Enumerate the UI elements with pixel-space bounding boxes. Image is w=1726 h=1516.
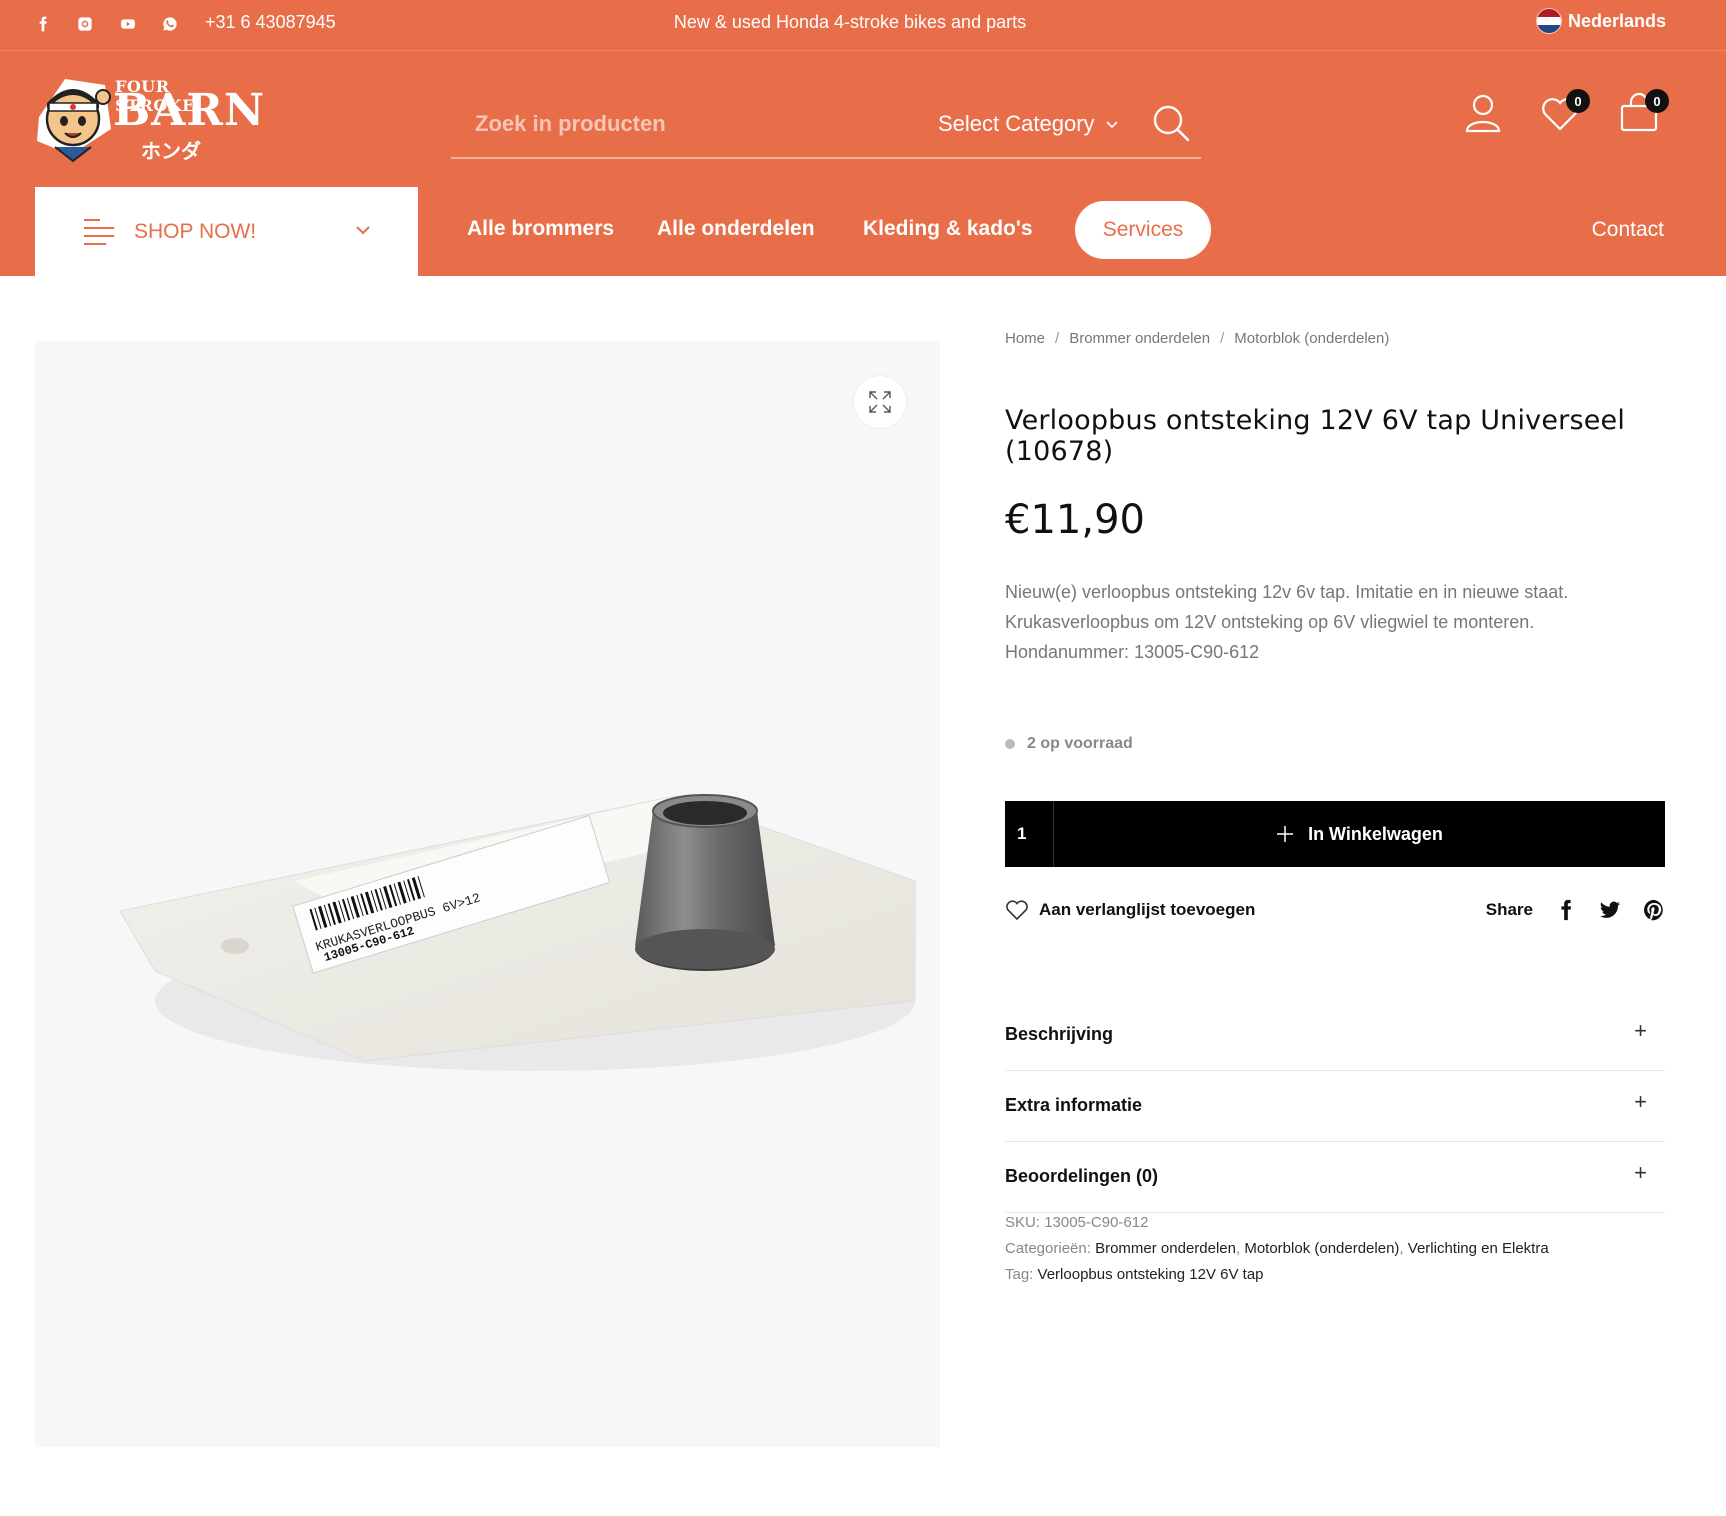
product-short-description: Nieuw(e) verloopbus ontsteking 12v 6v ta… (1005, 577, 1665, 667)
dutch-flag-icon (1535, 8, 1562, 34)
plus-icon (1277, 826, 1294, 842)
breadcrumb-home[interactable]: Home (1005, 330, 1045, 347)
tag-link[interactable]: Verloopbus ontsteking 12V 6V tap (1038, 1266, 1264, 1283)
category-link[interactable]: Brommer onderdelen (1095, 1240, 1236, 1257)
nav-services-button[interactable]: Services (1075, 201, 1211, 259)
language-label: Nederlands (1567, 10, 1666, 31)
description-line: Nieuw(e) verloopbus ontsteking 12v 6v ta… (1005, 582, 1569, 602)
top-bar: +31 6 43087945 New & used Honda 4-stroke… (0, 0, 1726, 51)
tab-label: Beschrijving (1005, 1024, 1114, 1044)
wishlist-count-badge: 0 (1566, 89, 1590, 113)
wishlist-share-row: Aan verlanglijst toevoegen Share (1005, 895, 1665, 925)
nav-link-kleding-kados[interactable]: Kleding & kado's (863, 217, 1033, 241)
add-to-cart-label: In Winkelwagen (1308, 823, 1443, 844)
sku-label: SKU: (1005, 1214, 1041, 1231)
nav-link-alle-onderdelen[interactable]: Alle onderdelen (657, 217, 815, 241)
description-line: Krukasverloopbus om 12V ontsteking op 6V… (1005, 612, 1535, 632)
announcement-text: New & used Honda 4-stroke bikes and part… (673, 12, 1027, 32)
menu-lines-icon (84, 219, 114, 245)
account-icon[interactable] (1461, 91, 1505, 135)
shop-now-label: SHOP NOW! (134, 220, 257, 243)
cart-count-badge: 0 (1645, 89, 1669, 113)
share-links: Share (1486, 899, 1665, 921)
chevron-down-icon (1105, 121, 1118, 129)
add-to-wishlist-label: Aan verlanglijst toevoegen (1039, 900, 1256, 919)
product-meta: SKU: 13005-C90-612 Categorieën: Brommer … (1005, 1210, 1549, 1288)
logo-text-line3: ホンダ (141, 139, 201, 163)
add-to-cart-form: 1 In Winkelwagen (1005, 801, 1665, 867)
search-icon[interactable] (1149, 101, 1193, 145)
tag-label: Tag: (1005, 1266, 1034, 1283)
tab-beschrijving[interactable]: Beschrijving + (1005, 1000, 1665, 1071)
plus-icon: + (1634, 1018, 1647, 1043)
stock-text: 2 op voorraad (1027, 735, 1133, 752)
plus-icon: + (1634, 1089, 1647, 1114)
site-header: FOUR STROKE BARN ホンダ Select Category 0 0 (0, 51, 1726, 186)
site-logo[interactable]: FOUR STROKE BARN ホンダ (35, 77, 264, 167)
zoom-button[interactable] (853, 375, 907, 429)
heart-icon (1006, 900, 1028, 921)
share-label: Share (1485, 900, 1533, 919)
breadcrumb-motorblok[interactable]: Motorblok (onderdelen) (1234, 330, 1389, 347)
category-link[interactable]: Motorblok (onderdelen) (1244, 1240, 1399, 1257)
quantity-input[interactable]: 1 (1005, 801, 1054, 867)
search-bar: Select Category (451, 91, 1201, 159)
category-select[interactable]: Select Category (938, 111, 1119, 137)
category-link[interactable]: Verlichting en Elektra (1408, 1240, 1549, 1257)
tag-row: Tag: Verloopbus ontsteking 12V 6V tap (1005, 1262, 1549, 1288)
stock-dot-icon (1005, 739, 1015, 749)
expand-icon (869, 391, 891, 413)
twitter-icon[interactable] (1599, 899, 1621, 921)
product-title: Verloopbus ontsteking 12V 6V tap Univers… (1005, 405, 1626, 467)
categories-label: Categorieën: (1005, 1240, 1091, 1257)
sku-value: 13005-C90-612 (1044, 1214, 1149, 1231)
tab-beoordelingen[interactable]: Beoordelingen (0) + (1005, 1142, 1665, 1213)
shop-now-menu[interactable]: SHOP NOW! (35, 187, 418, 276)
main-navigation: SHOP NOW! Alle brommers Alle onderdelen … (0, 186, 1726, 276)
add-to-wishlist-button[interactable]: Aan verlanglijst toevoegen (1005, 899, 1255, 921)
language-switcher[interactable]: Nederlands (1535, 8, 1666, 34)
search-input[interactable] (473, 103, 913, 145)
category-select-label: Select Category (938, 111, 1095, 136)
product-gallery: KRUKASVERLOOPBUS 6V>12 13005-C90-612 (35, 341, 940, 1447)
description-line: Hondanummer: 13005-C90-612 (1005, 642, 1260, 662)
tab-label: Beoordelingen (0) (1005, 1166, 1159, 1186)
product-summary: Home / Brommer onderdelen / Motorblok (o… (1005, 330, 1665, 1283)
tab-label: Extra informatie (1005, 1095, 1143, 1115)
stock-status: 2 op voorraad (1005, 735, 1133, 753)
nav-link-contact[interactable]: Contact (1592, 218, 1664, 242)
add-to-cart-button[interactable]: In Winkelwagen (1054, 801, 1665, 867)
tab-extra-informatie[interactable]: Extra informatie + (1005, 1071, 1665, 1142)
categories-row: Categorieën: Brommer onderdelen, Motorbl… (1005, 1240, 1549, 1257)
chevron-down-icon (356, 226, 370, 235)
product-price: €11,90 (1005, 497, 1145, 543)
logo-text-line2: BARN (113, 85, 266, 136)
sku-row: SKU: 13005-C90-612 (1005, 1210, 1549, 1236)
breadcrumb: Home / Brommer onderdelen / Motorblok (o… (1005, 330, 1665, 347)
breadcrumb-separator: / (1220, 330, 1225, 347)
cart-header-button[interactable]: 0 (1617, 89, 1669, 135)
pinterest-icon[interactable] (1643, 899, 1665, 921)
facebook-icon[interactable] (1555, 899, 1577, 921)
product-image[interactable]: KRUKASVERLOOPBUS 6V>12 13005-C90-612 (115, 771, 935, 1091)
breadcrumb-separator: / (1055, 330, 1060, 347)
nav-link-alle-brommers[interactable]: Alle brommers (467, 217, 614, 241)
wishlist-header-button[interactable]: 0 (1538, 89, 1590, 135)
breadcrumb-brommer-onderdelen[interactable]: Brommer onderdelen (1069, 330, 1210, 347)
plus-icon: + (1634, 1160, 1647, 1185)
